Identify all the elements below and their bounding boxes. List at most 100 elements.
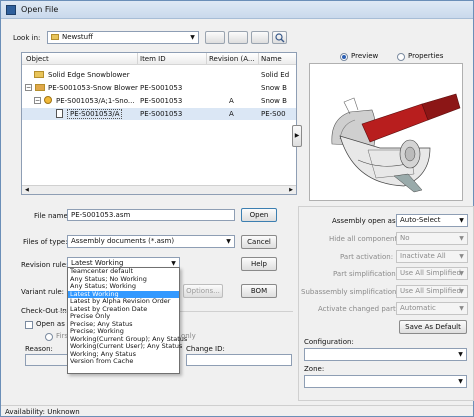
column-item-id[interactable]: Item ID [140,55,166,63]
activate-changed-parts-label: Activate changed parts: [318,305,402,313]
assembly-open-as-label: Assembly open as: [332,217,398,225]
files-of-type-select[interactable]: Assembly documents (*.asm) ▼ [67,235,235,248]
chevron-down-icon: ▼ [458,378,463,385]
change-id-label: Change ID: [186,345,225,353]
app-icon [6,5,16,15]
save-as-default-button[interactable]: Save As Default [399,320,467,334]
folder-icon [34,71,44,78]
row-name: Solid Ed [261,71,290,79]
item-folder-icon [35,84,45,91]
table-row[interactable]: Solid Edge Snowblower Solid Ed [22,69,296,81]
open-button[interactable]: Open [241,208,277,222]
part-activation-label: Part activation: [340,253,394,261]
column-revision[interactable]: Revision (A... [209,55,255,63]
chevron-down-icon: ▼ [459,235,464,242]
properties-radio[interactable] [397,53,405,61]
look-in-value: Newstuff [62,33,93,41]
file-name-label: File name: [34,212,71,220]
first-radio[interactable] [45,333,53,341]
open-file-dialog: Open File Look in: Newstuff ▼ Object Ite… [0,0,474,417]
up-folder-button[interactable] [205,31,225,44]
change-id-input[interactable] [186,354,292,366]
window-title: Open File [21,5,59,14]
table-row-selected[interactable]: PE-S001053/A PE-S001053 A PE-S00 [22,108,296,120]
chevron-down-icon: ▼ [458,351,463,358]
options-button[interactable]: Options... [183,284,223,298]
row-revision: A [229,97,234,105]
preview-radio[interactable] [340,53,348,61]
zone-select[interactable]: ▼ [304,375,467,388]
chevron-down-icon: ▼ [459,305,464,312]
look-in-select[interactable]: Newstuff ▼ [47,31,199,44]
assembly-document-icon [56,109,63,118]
part-simplification-select[interactable]: Use All Simplified ▼ [396,267,468,280]
revision-rule-value: Latest Working [71,259,124,267]
reason-label: Reason: [25,345,53,353]
row-item-id: PE-S001053 [140,84,183,92]
activate-changed-parts-select[interactable]: Automatic ▼ [396,302,468,315]
row-object: PE-S001053/A;1-Sno... [56,97,135,105]
collapse-icon[interactable]: − [34,97,41,104]
scroll-right-icon[interactable]: ▶ [289,187,293,193]
file-list[interactable]: Object Item ID Revision (A... Name Solid… [21,52,297,195]
column-name[interactable]: Name [261,55,282,63]
revision-rule-option[interactable]: Version from Cache [68,357,179,366]
cancel-button[interactable]: Cancel [241,235,277,249]
part-activation-select[interactable]: Inactivate All ▼ [396,250,468,263]
assembly-open-as-select[interactable]: Auto-Select ▼ [396,214,468,227]
file-list-header: Object Item ID Revision (A... Name [22,53,296,65]
hide-components-value: No [400,234,410,242]
row-object: PE-S001053/A [67,109,123,119]
files-of-type-label: Files of type: [23,238,68,246]
part-simplification-value: Use All Simplified [400,269,461,277]
revision-rule-dropdown[interactable]: Teamcenter default Any Status; No Workin… [67,267,187,374]
configuration-label: Configuration: [304,338,354,346]
title-bar: Open File [1,1,473,19]
chevron-down-icon: ▼ [459,288,464,295]
help-button[interactable]: Help [241,257,277,271]
row-item-id: PE-S001053 [140,110,183,118]
files-of-type-value: Assembly documents (*.asm) [71,237,175,245]
chevron-down-icon: ▼ [459,217,464,224]
search-button[interactable] [272,31,287,44]
properties-radio-label: Properties [408,52,444,60]
row-revision: A [229,110,234,118]
table-row[interactable]: − PE-S001053/A;1-Sno... PE-S001053 A Sno… [22,95,296,107]
row-name: Snow B [261,97,287,105]
new-folder-button[interactable] [251,31,269,44]
hide-components-select[interactable]: No ▼ [396,232,468,245]
part-activation-value: Inactivate All [400,252,446,260]
row-object: Solid Edge Snowblower [48,71,130,79]
assembly-open-as-value: Auto-Select [400,216,441,224]
chevron-down-icon: ▼ [226,238,231,245]
row-name: PE-S00 [261,110,286,118]
variant-rule-label: Variant rule: [21,288,64,296]
chevron-down-icon: ▼ [190,34,195,41]
configuration-select[interactable]: ▼ [304,348,467,361]
chevron-down-icon: ▼ [459,253,464,260]
subassembly-simplification-value: Use All Simplified [400,287,461,295]
scroll-left-icon[interactable]: ◀ [25,187,29,193]
column-object[interactable]: Object [26,55,49,63]
toggle-preview-button[interactable]: ▶ [292,125,302,147]
open-as-readonly-checkbox[interactable] [25,321,33,329]
collapse-icon[interactable]: − [25,84,32,91]
revision-icon [44,96,52,104]
view-menu-button[interactable] [228,31,248,44]
horizontal-scrollbar[interactable]: ◀ ▶ [22,185,296,194]
search-icon [275,33,285,43]
status-text: Availability: Unknown [5,408,80,416]
bom-button[interactable]: BOM [241,284,277,298]
file-name-input[interactable]: PE-S001053.asm [67,209,235,221]
table-row[interactable]: − PE-S001053-Snow Blower PE-S001053 Snow… [22,82,296,94]
preview-pane [309,63,463,201]
revision-rule-label: Revision rule: [21,261,69,269]
hide-components-label: Hide all components: [329,235,404,243]
row-object: PE-S001053-Snow Blower [48,84,138,92]
activate-changed-parts-value: Automatic [400,304,436,312]
preview-radio-label: Preview [351,52,379,60]
row-name: Snow B [261,84,287,92]
subassembly-simplification-select[interactable]: Use All Simplified ▼ [396,285,468,298]
subassembly-simplification-label: Subassembly simplification: [301,288,399,296]
status-bar: Availability: Unknown [1,405,473,417]
